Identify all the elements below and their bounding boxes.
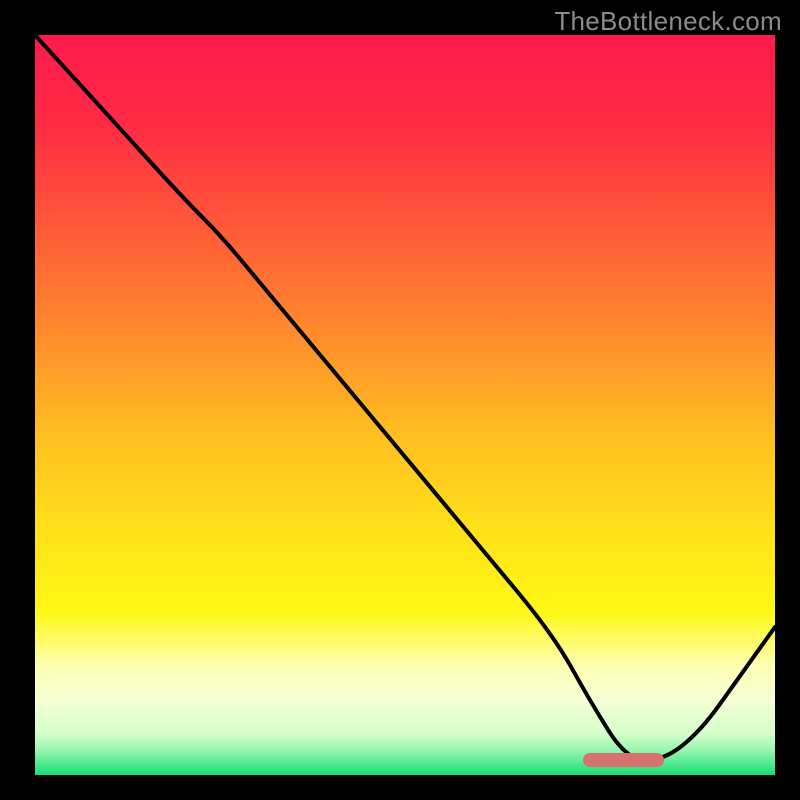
chart-area: [35, 35, 775, 775]
optimum-marker: [583, 753, 664, 767]
chart-stage: TheBottleneck.com: [0, 0, 800, 800]
curve-layer: [35, 35, 775, 775]
bottleneck-curve: [35, 35, 775, 760]
watermark-text: TheBottleneck.com: [554, 6, 782, 37]
